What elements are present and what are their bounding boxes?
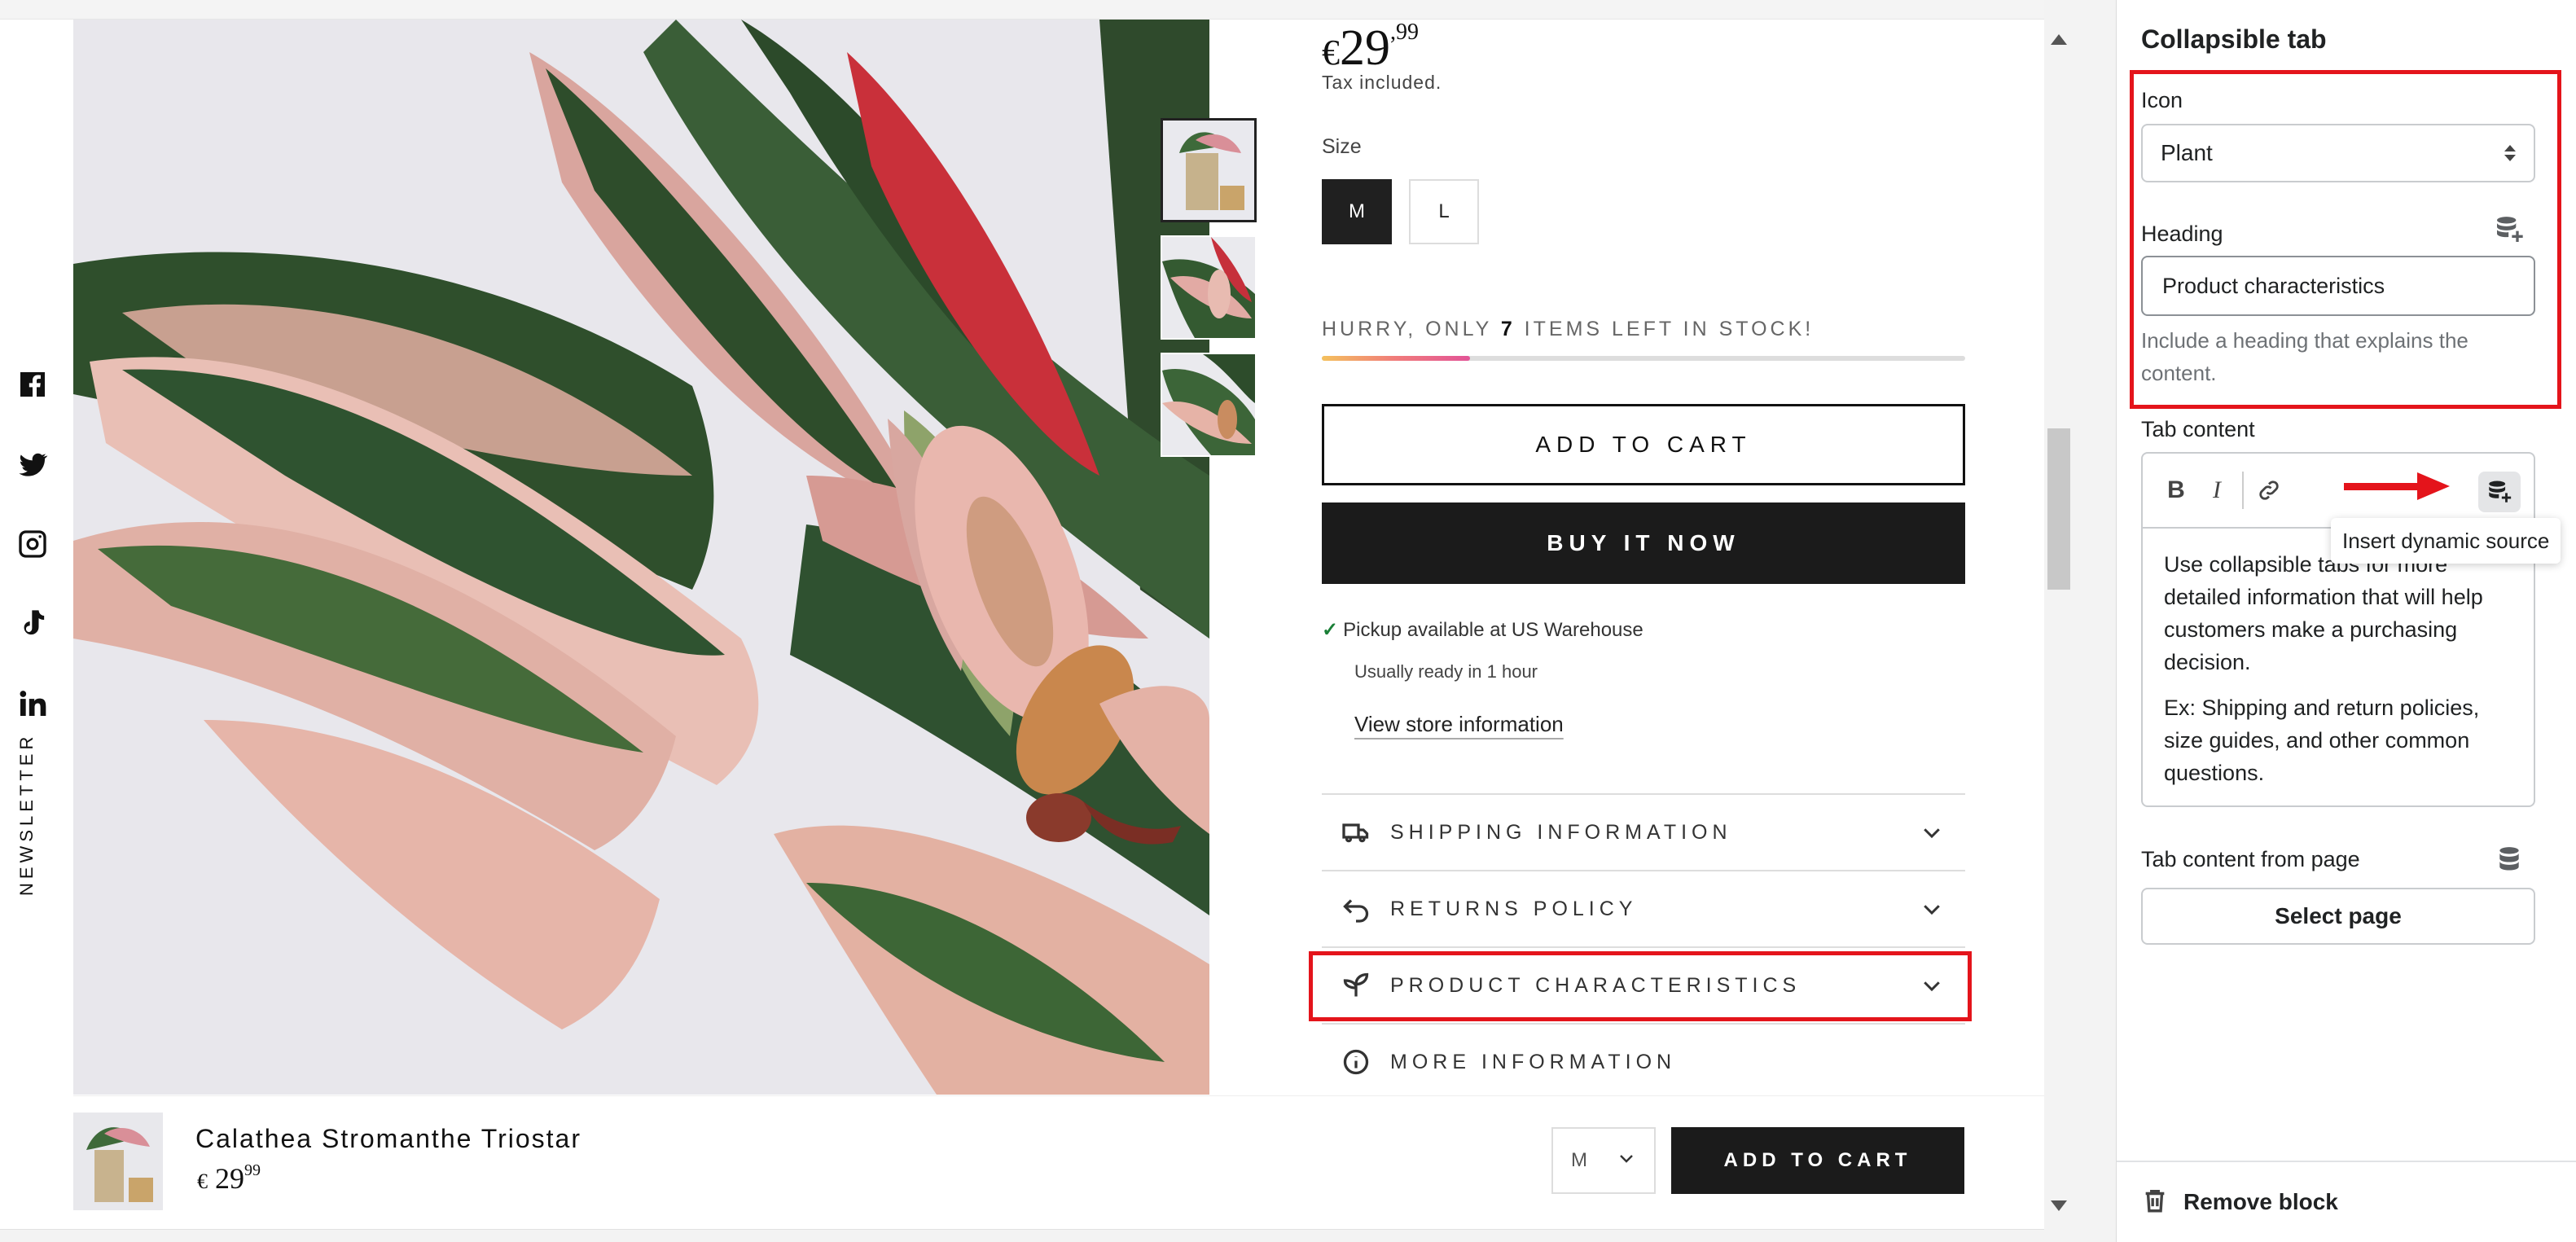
product-price: €29,99 (1322, 20, 1419, 77)
accordion-label: SHIPPING INFORMATION (1390, 820, 1732, 844)
panel-title: Collapsible tab (2141, 24, 2327, 54)
settings-panel: Collapsible tab Icon Plant Heading Produ… (2116, 0, 2576, 1242)
sticky-product-price: € 2999 (197, 1161, 261, 1196)
stock-progress-bar (1322, 356, 1965, 361)
pickup-availability: ✓ Pickup available at US Warehouse (1322, 618, 1643, 642)
scrollbar-thumb[interactable] (2047, 428, 2070, 590)
price-whole: 29 (1340, 20, 1390, 76)
pickup-text: Pickup available at US Warehouse (1343, 619, 1643, 641)
thumbnail-1[interactable] (1161, 118, 1257, 222)
dynamic-source-tooltip: Insert dynamic source (2331, 518, 2561, 564)
thumbnail-strip (1161, 118, 1257, 470)
stock-progress-fill (1322, 356, 1470, 361)
accordion-label: MORE INFORMATION (1390, 1050, 1677, 1073)
scroll-up-arrow-icon[interactable] (2051, 34, 2067, 45)
top-strip (0, 0, 2044, 20)
product-image[interactable] (73, 20, 1209, 1095)
twitter-icon[interactable] (15, 446, 50, 482)
stock-prefix: HURRY, ONLY (1322, 318, 1501, 340)
price-cents: 99 (244, 1161, 261, 1179)
tiktok-icon[interactable] (15, 606, 50, 642)
return-arrow-icon (1340, 893, 1372, 925)
size-option-m[interactable]: M (1322, 179, 1392, 244)
stock-message: HURRY, ONLY 7 ITEMS LEFT IN STOCK! (1322, 318, 1814, 341)
price-cents: ,99 (1390, 20, 1419, 45)
panel-footer: Remove block (2117, 1161, 2576, 1242)
select-page-button[interactable]: Select page (2141, 888, 2535, 945)
annotation-arrow-icon (2344, 472, 2450, 500)
accordion-label: RETURNS POLICY (1390, 897, 1638, 920)
thumbnail-3[interactable] (1161, 353, 1257, 457)
chevron-down-icon (1617, 1148, 1636, 1174)
tab-content-editor[interactable]: B I Use collapsible tabs for more detail… (2141, 452, 2535, 807)
storefront-preview: NEWSLETTER €29,99 Tax included. Size M L… (0, 0, 2044, 1230)
tab-content-label: Tab content (2141, 417, 2255, 441)
sticky-size-select[interactable]: M (1551, 1127, 1656, 1194)
view-store-link[interactable]: View store information (1354, 712, 1564, 737)
stock-count: 7 (1500, 318, 1516, 340)
facebook-icon[interactable] (15, 366, 50, 402)
scroll-down-arrow-icon[interactable] (2051, 1200, 2067, 1211)
add-to-cart-button[interactable]: ADD TO CART (1322, 404, 1965, 485)
newsletter-link[interactable]: NEWSLETTER (16, 733, 37, 896)
stock-suffix: ITEMS LEFT IN STOCK! (1515, 318, 1815, 340)
plant-photo (73, 20, 1209, 1095)
instagram-icon[interactable] (15, 526, 50, 562)
pickup-ready-time: Usually ready in 1 hour (1354, 661, 1538, 682)
editor-body[interactable]: Use collapsible tabs for more detailed i… (2143, 529, 2534, 805)
bold-button[interactable]: B (2156, 470, 2196, 511)
toolbar-divider (2242, 472, 2244, 509)
sticky-add-to-cart-button[interactable]: ADD TO CART (1671, 1127, 1964, 1194)
highlight-box-settings (2130, 70, 2561, 409)
chevron-down-icon (1920, 820, 1944, 845)
buy-it-now-button[interactable]: BUY IT NOW (1322, 503, 1965, 584)
chevron-down-icon (1920, 897, 1944, 921)
accordion-returns[interactable]: RETURNS POLICY (1322, 870, 1965, 946)
check-icon: ✓ (1322, 619, 1339, 641)
size-option-l[interactable]: L (1409, 179, 1479, 244)
price-whole: 29 (215, 1162, 244, 1195)
italic-button[interactable]: I (2196, 470, 2237, 511)
trash-icon[interactable] (2141, 1187, 2169, 1218)
editor-paragraph-2: Ex: Shipping and return policies, size g… (2164, 696, 2480, 785)
tab-content-page-label: Tab content from page (2141, 847, 2360, 871)
highlight-box-accordion (1309, 951, 1972, 1021)
thumbnail-2[interactable] (1161, 235, 1257, 340)
link-icon[interactable] (2249, 470, 2289, 511)
preview-scrollbar[interactable] (2044, 20, 2074, 1230)
currency-symbol: € (197, 1170, 208, 1193)
dynamic-source-icon[interactable] (2493, 844, 2526, 880)
tax-note: Tax included. (1322, 72, 1442, 93)
accordion-shipping[interactable]: SHIPPING INFORMATION (1322, 793, 1965, 870)
remove-block-button[interactable]: Remove block (2183, 1189, 2338, 1215)
linkedin-icon[interactable] (15, 686, 50, 722)
editor-paragraph-1: Use collapsible tabs for more detailed i… (2164, 552, 2483, 674)
sticky-product-thumbnail (73, 1113, 163, 1210)
info-icon (1340, 1046, 1372, 1078)
sticky-product-name: Calathea Stromanthe Triostar (195, 1124, 581, 1153)
truck-icon (1340, 816, 1372, 849)
sticky-size-value: M (1571, 1149, 1587, 1171)
size-label: Size (1322, 135, 1362, 158)
currency-symbol: € (1322, 33, 1340, 72)
sticky-cart-bar: Calathea Stromanthe Triostar € 2999 M AD… (73, 1095, 2044, 1229)
insert-dynamic-source-button[interactable] (2478, 472, 2521, 512)
accordion-more-information[interactable]: MORE INFORMATION (1322, 1023, 1965, 1099)
